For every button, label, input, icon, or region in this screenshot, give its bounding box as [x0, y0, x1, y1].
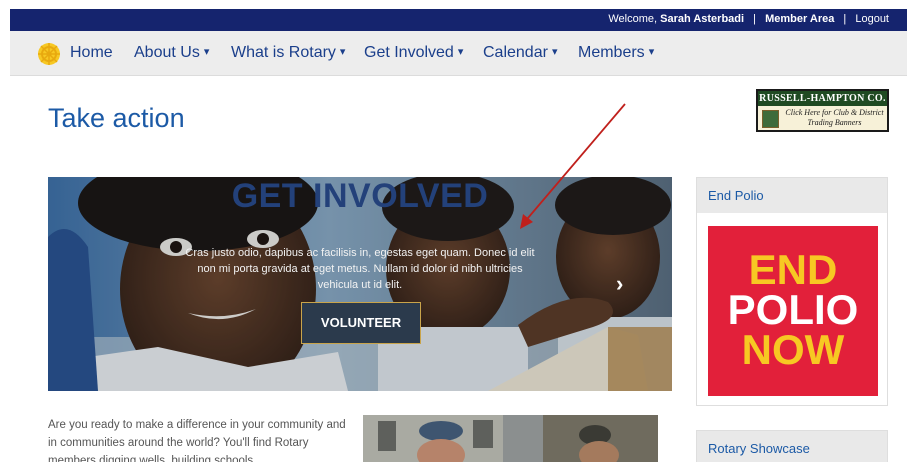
nav-members[interactable]: Members ▾	[578, 44, 654, 62]
nav-home[interactable]: Home	[70, 44, 113, 62]
volunteers-photo	[363, 415, 658, 462]
end-polio-logo[interactable]: END POLIO NOW	[708, 226, 878, 396]
sponsor-name: RUSSELL-HAMPTON CO.	[758, 91, 887, 106]
chevron-down-icon: ▾	[457, 46, 464, 58]
intro-text: Are you ready to make a difference in yo…	[48, 419, 346, 462]
chevron-down-icon: ▾	[551, 46, 558, 58]
banner-icon	[762, 110, 779, 128]
nav-label: Home	[70, 44, 113, 61]
user-links: Welcome, Sarah Asterbadi | Member Area |…	[608, 13, 889, 25]
nav-label: Calendar	[483, 44, 548, 61]
nav-label: Members	[578, 44, 645, 61]
nav-label: About Us	[134, 44, 200, 61]
rotary-showcase-heading: Rotary Showcase	[697, 431, 887, 462]
logo-word: NOW	[741, 326, 845, 373]
nav-get-involved[interactable]: Get Involved ▾	[364, 44, 463, 62]
hero-carousel[interactable]: GET INVOLVED Cras justo odio, dapibus ac…	[48, 177, 672, 391]
rotary-showcase-card: Rotary Showcase	[696, 430, 888, 462]
nav-calendar[interactable]: Calendar ▾	[483, 44, 557, 62]
main-nav: Home About Us ▾ What is Rotary ▾ Get Invol…	[10, 31, 907, 76]
hero-title: GET INVOLVED	[231, 177, 489, 215]
logout-link[interactable]: Logout	[855, 13, 889, 25]
top-utility-bar: Welcome, Sarah Asterbadi | Member Area |…	[10, 9, 907, 31]
logo-word: POLIO	[727, 286, 859, 333]
rotary-wheel-icon[interactable]	[37, 42, 61, 66]
chevron-down-icon: ▾	[648, 46, 655, 58]
member-area-link[interactable]: Member Area	[765, 13, 834, 25]
chevron-down-icon: ▾	[339, 46, 346, 58]
logo-word: END	[748, 246, 838, 293]
welcome-text: Welcome,	[608, 13, 661, 25]
divider: |	[753, 13, 756, 25]
nav-about-us[interactable]: About Us ▾	[134, 44, 209, 62]
hero-text: Cras justo odio, dapibus ac facilisis in…	[185, 247, 535, 291]
divider: |	[843, 13, 847, 25]
end-polio-card: End Polio END POLIO NOW	[696, 177, 888, 406]
next-slide-icon[interactable]: ›	[616, 271, 623, 297]
nav-what-is-rotary[interactable]: What is Rotary ▾	[231, 44, 345, 62]
user-name: Sarah Asterbadi	[660, 13, 745, 25]
end-polio-heading: End Polio	[697, 178, 887, 213]
nav-label: Get Involved	[364, 44, 454, 61]
sponsor-tagline: Click Here for Club & District Trading B…	[785, 108, 884, 127]
volunteer-button[interactable]: VOLUNTEER	[301, 302, 421, 344]
chevron-down-icon: ▾	[203, 46, 210, 58]
page-title: Take action	[48, 103, 185, 133]
nav-label: What is Rotary	[231, 44, 336, 61]
sponsor-banner[interactable]: RUSSELL-HAMPTON CO. Click Here for Club …	[756, 89, 889, 132]
